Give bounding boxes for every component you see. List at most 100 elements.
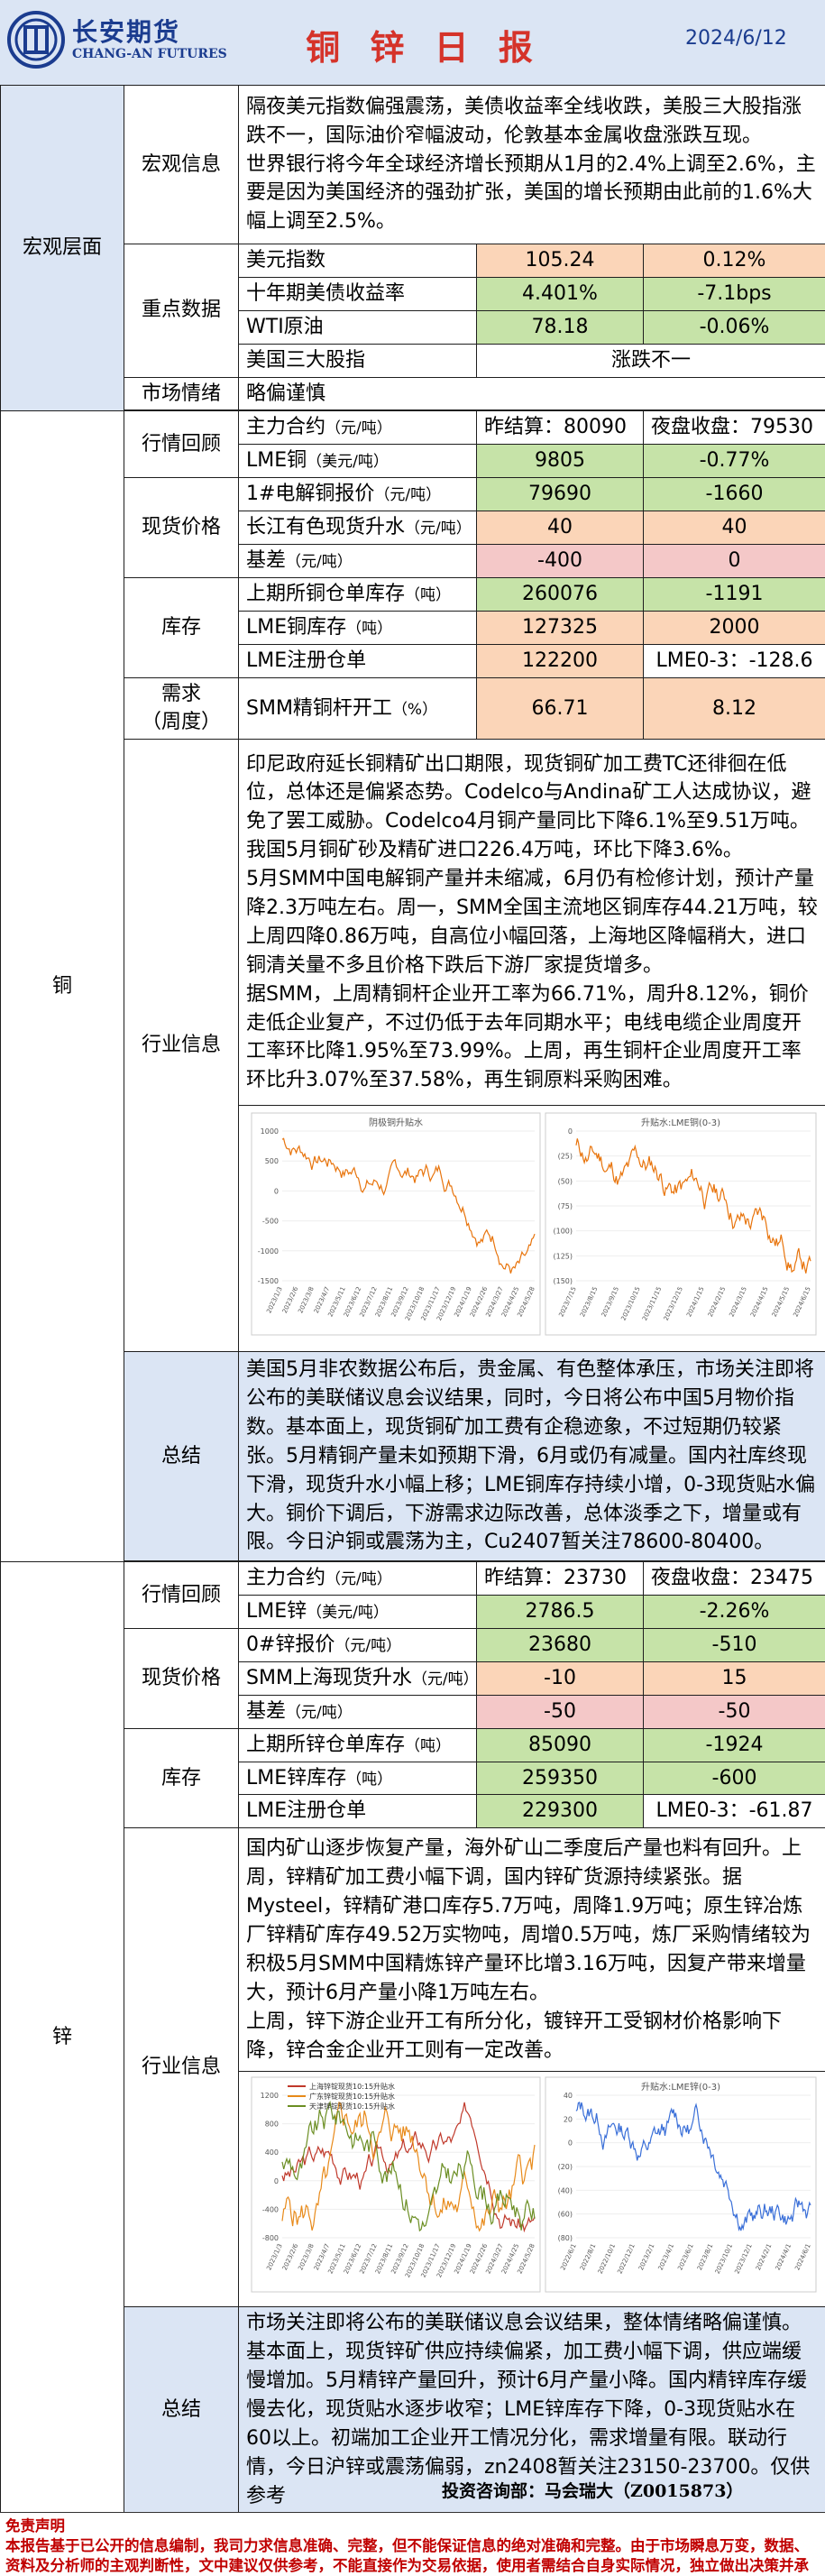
zn-spot-label: 现货价格 <box>124 1628 239 1729</box>
zn-lmes-unit: （吨） <box>346 1770 393 1789</box>
cu-chart1-ytick-2: 0 <box>274 1188 279 1196</box>
zn-chart1-ytick-3: 0 <box>274 2177 279 2185</box>
zn-lme-change: -2.26% <box>643 1595 825 1630</box>
cu-basis-unit: （元/吨） <box>286 553 353 572</box>
zn-basis-name: 基差 <box>246 1699 287 1723</box>
cu-reg-change: LME0-3：-128.6 <box>643 643 825 678</box>
cu-smm-change: 8.12 <box>643 676 825 741</box>
zn-chart1-legend-1: 广东锌锭现货10:15升贴水 <box>309 2092 395 2101</box>
zn-chart1-ytick-4: -400 <box>262 2206 279 2214</box>
zn-spot-unit: （元/吨） <box>335 1637 402 1656</box>
cu-main-contract-unit: （元/吨） <box>325 419 392 438</box>
report-table: 宏观层面 宏观信息 隔夜美元指数偏强震荡，美债收益率全线收跌，美股三大股指涨跌不… <box>0 84 825 2514</box>
zn-chart2-ytick-3: (20) <box>558 2163 573 2171</box>
company-name-cn: 长安期货 <box>72 17 181 47</box>
cu-summary-text: 美国5月非农数据公布后，贵金属、有色整体承压，市场关注即将公布的美联储议息会议结… <box>238 1351 825 1562</box>
us-indices-value: 涨跌不一 <box>476 343 825 378</box>
zn-sh-value: -10 <box>476 1661 644 1696</box>
cu-smm-name: SMM精铜杆开工 <box>246 696 392 720</box>
cu-chart1-ytick-0: 1000 <box>261 1127 279 1136</box>
consult-info: 投资咨询部：马会瑞大（Z0015873） <box>442 2481 744 2501</box>
zn-main-contract-unit: （元/吨） <box>325 1570 392 1589</box>
zn-lme: LME锌（美元/吨） <box>238 1595 477 1630</box>
cu-chart2-ytick-6: (150) <box>553 1277 573 1285</box>
market-mood-label: 市场情绪 <box>124 376 239 411</box>
cu-cj-name: 长江有色现货升水 <box>246 516 406 539</box>
report-date: 2024/6/12 <box>685 27 787 50</box>
zn-chart2-ytick-4: (40) <box>558 2187 573 2195</box>
cu-night: 夜盘收盘：79530 <box>643 410 825 446</box>
cu-spot-value: 79690 <box>476 477 644 512</box>
zn-lmes-name: LME锌库存 <box>246 1766 347 1789</box>
cu-industry-text: 印尼政府延长铜精矿出口期限，现货铜矿加工费TC还徘徊在低位，总体还是偏紧态势。C… <box>238 739 825 1107</box>
cu-lme-unit: （美元/吨） <box>307 453 389 472</box>
zn-spot-name: 0#锌报价 <box>246 1633 335 1657</box>
zn-charts: 1200 800 400 0 -400 -800 2023/1/3 2023/2/6 2023/… <box>238 2071 825 2308</box>
cu-lme-value: 9805 <box>476 444 644 479</box>
cu-chart1-ytick-4: -1000 <box>258 1247 279 1256</box>
zn-lmes-change: -600 <box>643 1761 825 1796</box>
cu-chart1-ytick-3: -500 <box>262 1218 279 1226</box>
zn-chart1-ytick-1: 800 <box>265 2121 279 2129</box>
dxy-name: 美元指数 <box>238 244 477 278</box>
zn-lme-name: LME锌 <box>246 1600 307 1624</box>
zn-basis-change: -50 <box>643 1694 825 1729</box>
cu-chart2-ytick-4: (100) <box>553 1228 573 1236</box>
ust10-change: -7.1bps <box>643 276 825 311</box>
cu-summary-label: 总结 <box>124 1351 239 1562</box>
cu-cj-value: 40 <box>476 511 644 546</box>
zn-lme-unit: （美元/吨） <box>307 1604 389 1623</box>
cu-reg-name: LME注册仓单 <box>238 643 477 678</box>
zn-chart2-title: 升贴水:LME锌(0-3) <box>641 2081 720 2093</box>
report-header: 长安期货 CHANG-AN FUTURES 铜 锌 日 报 2024/6/12 <box>0 0 825 85</box>
cu-shfe: 上期所铜仓单库存（吨） <box>238 576 477 612</box>
cu-lmes-name: LME铜库存 <box>246 615 347 639</box>
zn-chart2-ytick-2: 0 <box>568 2139 573 2148</box>
chang-an-logo-icon <box>7 11 65 69</box>
zn-summary-label: 总结 <box>124 2306 239 2514</box>
disclaimer-text: 本报告基于已公开的信息编制，我司力求信息准确、完整，但不能保证信息的绝对准确和完… <box>5 2536 809 2574</box>
cu-lme-name: LME铜 <box>246 449 307 473</box>
zn-spot-change: -510 <box>643 1628 825 1662</box>
zn-lme-value: 2786.5 <box>476 1595 644 1630</box>
cu-lmes: LME铜库存（吨） <box>238 610 477 645</box>
zn-chart1-ytick-2: 400 <box>265 2149 279 2157</box>
zn-reg-name: LME注册仓单 <box>238 1794 477 1829</box>
us-indices-name: 美国三大股指 <box>238 343 477 378</box>
cu-shfe-change: -1191 <box>643 576 825 612</box>
cu-cj-change: 40 <box>643 511 825 546</box>
zn-chart2-ytick-5: (60) <box>558 2211 573 2219</box>
macro-info-para-2: 世界银行将今年全球经济增长预期从1月的2.4%上调至2.6%，主要是因为美国经济… <box>246 152 816 234</box>
zn-chart2-ytick-6: (80) <box>558 2234 573 2242</box>
macro-info-para-1: 隔夜美元指数偏强震荡，美债收益率全线收跌，美股三大股指涨跌不一，国际油价窄幅波动… <box>246 95 802 147</box>
cu-settle: 昨结算：80090 <box>476 410 644 446</box>
zn-sh-change: 15 <box>643 1661 825 1696</box>
zn-lmes: LME锌库存（吨） <box>238 1761 477 1796</box>
cu-cj: 长江有色现货升水（元/吨） <box>238 511 477 546</box>
wti-name: WTI原油 <box>238 309 477 345</box>
cu-basis-value: -400 <box>476 544 644 578</box>
cu-shfe-value: 260076 <box>476 576 644 612</box>
zn-chart1-legend-2: 天津锌锭现货10:15升贴水 <box>309 2102 395 2111</box>
cu-spot-unit: （元/吨） <box>374 486 442 505</box>
cu-chart2-title: 升贴水:LME铜(0-3) <box>641 1117 720 1128</box>
cu-smm: SMM精铜杆开工（%） <box>238 676 477 741</box>
zn-night: 夜盘收盘：23475 <box>643 1561 825 1596</box>
zn-main-contract-name: 主力合约 <box>246 1567 326 1590</box>
cu-cj-unit: （元/吨） <box>405 520 472 538</box>
cu-main-contract: 主力合约（元/吨） <box>238 410 477 446</box>
cu-lme-change: -0.77% <box>643 444 825 479</box>
zn-spot-value: 23680 <box>476 1628 644 1662</box>
cu-industry-label: 行业信息 <box>124 739 239 1353</box>
company-name-en: CHANG-AN FUTURES <box>72 47 227 61</box>
zn-shfe-name: 上期所锌仓单库存 <box>246 1733 406 1756</box>
cu-smm-value: 66.71 <box>476 676 644 741</box>
zn-shfe-unit: （吨） <box>405 1736 452 1755</box>
cu-chart2-ytick-0: 0 <box>568 1127 573 1136</box>
wti-change: -0.06% <box>643 309 825 345</box>
disclaimer-title: 免责声明 <box>5 2517 65 2535</box>
cu-basis: 基差（元/吨） <box>238 544 477 578</box>
ust10-name: 十年期美债收益率 <box>238 276 477 311</box>
dxy-change: 0.12% <box>643 244 825 278</box>
cu-demand-label: 需求 （周度） <box>124 676 239 741</box>
